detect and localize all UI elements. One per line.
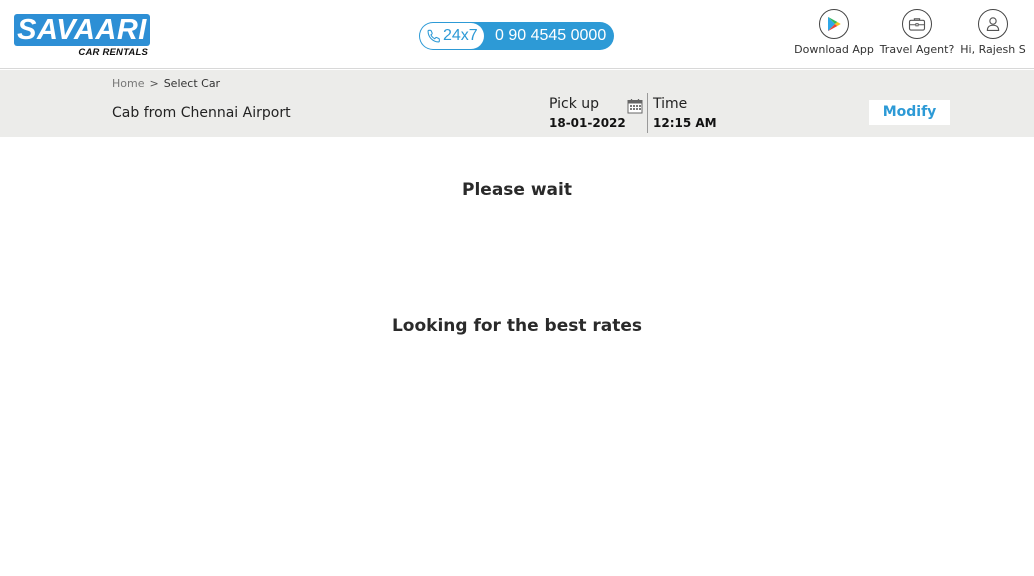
- hotline-number[interactable]: 0 90 4545 0000: [495, 22, 606, 50]
- trip-route: Cab from Chennai Airport: [112, 105, 291, 121]
- modify-button[interactable]: Modify: [869, 100, 950, 125]
- savaari-logo[interactable]: SAVAARI CAR RENTALS: [14, 14, 150, 60]
- logo-text: SAVAARI: [17, 14, 147, 46]
- download-app-label: Download App: [794, 43, 874, 56]
- hotline-tag: 24x7: [443, 27, 478, 44]
- pickup-time-divider: [647, 93, 648, 133]
- breadcrumb: Home > Select Car: [112, 77, 220, 90]
- time-label: Time: [653, 96, 688, 112]
- search-summary-bar: Home > Select Car Cab from Chennai Airport…: [0, 70, 1034, 137]
- phone-icon: [427, 29, 440, 43]
- user-account-menu[interactable]: Hi, Rajesh S: [958, 9, 1028, 56]
- pickup-date: 18-01-2022: [549, 116, 626, 130]
- breadcrumb-home[interactable]: Home: [112, 77, 144, 90]
- loading-submessage: Looking for the best rates: [391, 316, 643, 336]
- hotline-tag-badge: 24x7: [420, 23, 484, 49]
- download-app-link[interactable]: Download App: [794, 9, 874, 56]
- play-store-icon: [819, 9, 849, 39]
- briefcase-icon: [902, 9, 932, 39]
- hotline-pill[interactable]: 24x7 0 90 4545 0000: [419, 22, 614, 50]
- travel-agent-label: Travel Agent?: [879, 43, 955, 56]
- breadcrumb-current: Select Car: [163, 77, 221, 90]
- travel-agent-link[interactable]: Travel Agent?: [878, 9, 956, 56]
- breadcrumb-separator: >: [149, 77, 159, 90]
- user-icon: [978, 9, 1008, 39]
- loading-message: Please wait: [462, 180, 572, 200]
- top-header: SAVAARI CAR RENTALS 24x7 0 90 4545 0000 …: [0, 0, 1034, 69]
- user-greeting: Hi, Rajesh S: [960, 43, 1026, 56]
- calendar-icon[interactable]: [627, 98, 643, 114]
- pickup-label: Pick up: [549, 96, 600, 112]
- pickup-time: 12:15 AM: [653, 116, 717, 130]
- logo-subtext: CAR RENTALS: [78, 47, 148, 58]
